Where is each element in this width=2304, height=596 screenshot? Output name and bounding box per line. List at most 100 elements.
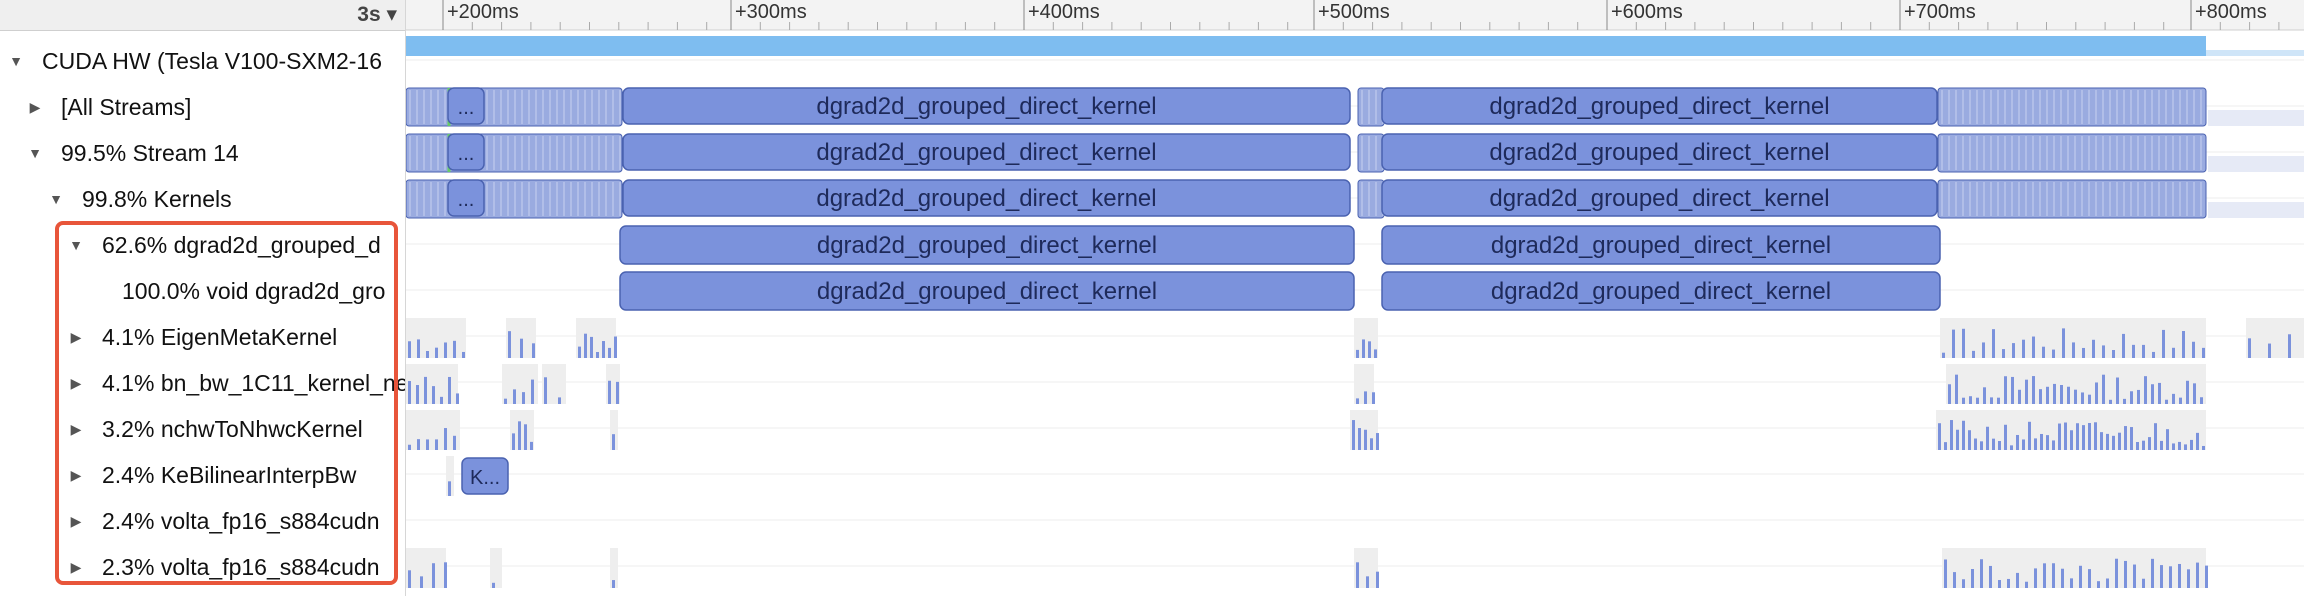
kernel-spike[interactable]	[444, 428, 447, 450]
kernel-spike[interactable]	[1948, 384, 1951, 404]
kernel-spike[interactable]	[1976, 397, 1979, 404]
kernel-spike[interactable]	[2205, 565, 2208, 588]
kernel-spike[interactable]	[2202, 347, 2205, 358]
kernel-spike[interactable]	[435, 439, 438, 450]
kernel-spike[interactable]	[1992, 329, 1995, 358]
kernel-spike[interactable]	[426, 350, 429, 358]
kernel-spike[interactable]	[2196, 432, 2199, 450]
kernel-blocks[interactable]: ... dgrad2d_grouped_direct_kernel dgrad2d_…	[447, 87, 1941, 495]
kernel-spike[interactable]	[424, 376, 427, 404]
kernel-spike[interactable]	[2130, 391, 2133, 404]
kernel-spike[interactable]	[1953, 572, 1956, 588]
kernel-spike[interactable]	[2202, 445, 2205, 450]
timeline-svg[interactable]: +200ms +300ms +400ms +500ms +600ms +700ms +800…	[406, 0, 2304, 596]
kernel-spike[interactable]	[2190, 439, 2193, 450]
chevron-down-icon[interactable]: ▼	[25, 130, 45, 176]
kernel-spike[interactable]	[1998, 441, 2001, 450]
kernel-spike[interactable]	[2064, 422, 2067, 450]
kernel-spike[interactable]	[2124, 426, 2127, 450]
kernel-spike[interactable]	[2172, 443, 2175, 450]
kernel-spike[interactable]	[2046, 435, 2049, 450]
kernel-spike[interactable]	[1962, 579, 1965, 588]
kernel-spike[interactable]	[590, 336, 593, 358]
kernel-spike[interactable]	[2088, 423, 2091, 450]
kernel-spike[interactable]	[2112, 435, 2115, 450]
kernel-spike[interactable]	[2092, 339, 2095, 358]
kernel-spike[interactable]	[408, 444, 411, 450]
kernel-spike[interactable]	[2166, 429, 2169, 450]
kernel-spike[interactable]	[435, 347, 438, 358]
kernel-spike[interactable]	[1368, 341, 1371, 358]
kernel-spike[interactable]	[2169, 566, 2172, 588]
kernel-spike[interactable]	[2151, 384, 2154, 404]
kernel-spike[interactable]	[440, 396, 443, 404]
kernel-spike[interactable]	[2182, 331, 2185, 358]
chevron-right-icon[interactable]: ▶	[66, 452, 86, 498]
kernel-spike[interactable]	[1356, 562, 1359, 588]
kernel-spike[interactable]	[2095, 382, 2098, 404]
tree-row-volta-2[interactable]: ▶ 2.3% volta_fp16_s884cudn	[0, 544, 405, 590]
kernel-spike[interactable]	[1998, 580, 2001, 588]
kernel-spike[interactable]	[558, 397, 561, 404]
kernel-spike[interactable]	[2178, 441, 2181, 450]
kernel-spike[interactable]	[448, 481, 451, 496]
kernel-spike[interactable]	[2144, 376, 2147, 404]
tree-row-nchwtonhwc[interactable]: ▶ 3.2% nchwToNhwcKernel	[0, 406, 405, 452]
kernel-spike[interactable]	[2012, 343, 2015, 358]
kernel-spike[interactable]	[1962, 328, 1965, 358]
kernel-spike[interactable]	[1990, 397, 1993, 404]
kernel-spike[interactable]	[1362, 339, 1365, 358]
chevron-right-icon[interactable]: ▶	[66, 498, 86, 544]
kernel-spike[interactable]	[2112, 350, 2115, 358]
kernel-spike[interactable]	[1972, 350, 1975, 358]
kernel-spike[interactable]	[2067, 386, 2070, 404]
kernel-spike[interactable]	[518, 421, 521, 450]
kernel-spike[interactable]	[1974, 438, 1977, 450]
kernel-spike[interactable]	[2061, 568, 2064, 588]
kernel-spike[interactable]	[2193, 383, 2196, 404]
kernel-spike[interactable]	[1376, 571, 1379, 588]
kernel-spike[interactable]	[416, 385, 419, 404]
kernel-spike[interactable]	[2130, 427, 2133, 450]
kernel-spike[interactable]	[1358, 428, 1361, 450]
kernel-spike[interactable]	[2148, 437, 2151, 450]
kernel-spike[interactable]	[2268, 343, 2271, 358]
kernel-spike[interactable]	[616, 381, 619, 404]
tree-row-volta-1[interactable]: ▶ 2.4% volta_fp16_s884cudn	[0, 498, 405, 544]
kernel-spike[interactable]	[1986, 426, 1989, 450]
kernel-spike[interactable]	[544, 377, 547, 404]
kernel-spike[interactable]	[2142, 344, 2145, 358]
kernel-spike[interactable]	[508, 331, 511, 358]
kernel-spike[interactable]	[2187, 569, 2190, 588]
kernel-spike[interactable]	[2002, 349, 2005, 358]
kernel-spike[interactable]	[2122, 333, 2125, 358]
kernel-spike[interactable]	[2142, 578, 2145, 588]
kernel-spike[interactable]	[2109, 399, 2112, 404]
kernel-spike[interactable]	[448, 376, 451, 404]
kernel-spike[interactable]	[2172, 347, 2175, 358]
kernel-spike[interactable]	[1364, 429, 1367, 450]
kernel-spike[interactable]	[1356, 398, 1359, 404]
chevron-right-icon[interactable]: ▶	[66, 360, 86, 406]
kernel-spike[interactable]	[2100, 432, 2103, 450]
chevron-right-icon[interactable]: ▶	[66, 314, 86, 360]
kernel-spike[interactable]	[612, 580, 615, 588]
kernel-spike[interactable]	[1356, 349, 1359, 358]
kernel-spike[interactable]	[2043, 563, 2046, 588]
kernel-spike[interactable]	[2165, 399, 2168, 404]
kernel-spike[interactable]	[432, 386, 435, 404]
kernel-spike[interactable]	[462, 351, 465, 358]
kernel-spike[interactable]	[2196, 562, 2199, 588]
kernel-spike[interactable]	[1962, 420, 1965, 450]
zoom-level-dropdown[interactable]: 3s ▾	[357, 2, 397, 27]
kernel-spike[interactable]	[608, 347, 611, 358]
kernel-spike[interactable]	[1352, 420, 1355, 450]
timeline-canvas[interactable]: +200ms +300ms +400ms +500ms +600ms +700ms +800…	[406, 0, 2304, 596]
tree-row-void-dgrad2d[interactable]: 100.0% void dgrad2d_gro	[0, 268, 405, 314]
kernel-spike[interactable]	[1370, 438, 1373, 450]
kernel-spike[interactable]	[522, 392, 525, 404]
kernel-spike[interactable]	[2079, 565, 2082, 588]
kernel-spike[interactable]	[2115, 558, 2118, 588]
kernel-spike[interactable]	[432, 563, 435, 588]
chevron-right-icon[interactable]: ▶	[25, 84, 45, 130]
